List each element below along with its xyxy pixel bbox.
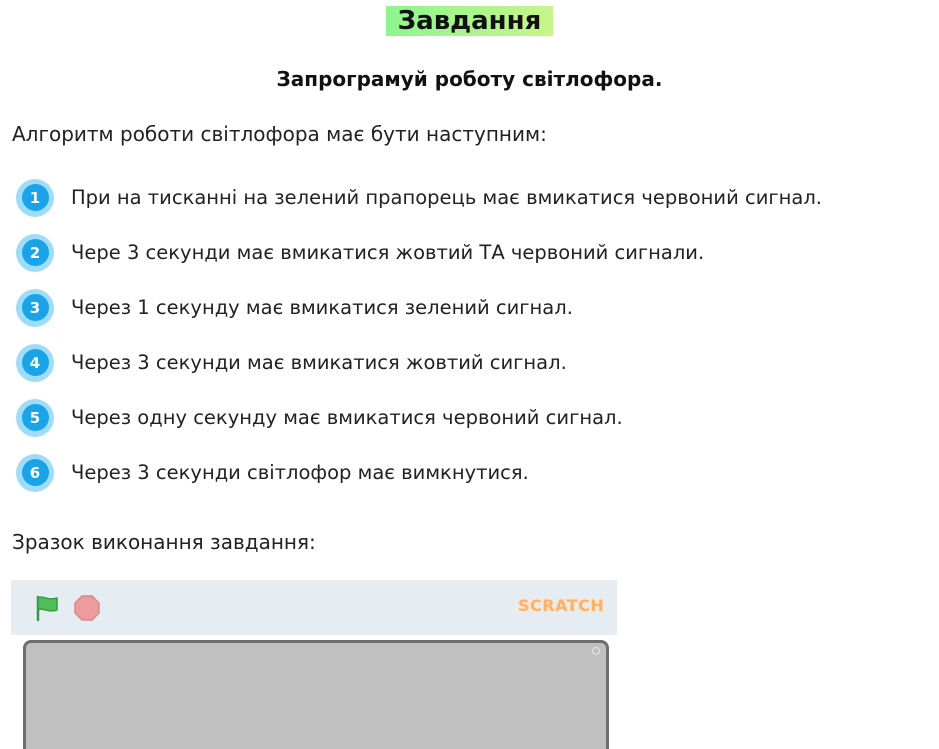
title-wrap: Завдання — [0, 6, 939, 36]
step-number-badge: 2 — [16, 233, 54, 272]
step-number-badge: 1 — [16, 178, 54, 217]
step-number-badge: 5 — [16, 398, 54, 437]
step-item: 4 Через 3 секунди має вмикатися жовтий с… — [16, 335, 822, 390]
step-item: 1 При на тисканні на зелений прапорець м… — [16, 170, 822, 225]
green-flag-icon[interactable] — [33, 594, 61, 622]
step-text: Через одну секунду має вмикатися червони… — [71, 406, 623, 429]
step-text: Через 3 секунди світлофор має вимкнутися… — [71, 461, 529, 484]
step-number: 4 — [21, 349, 49, 376]
step-text: Через 3 секунди має вмикатися жовтий сиг… — [71, 351, 567, 374]
stage-corner-icon — [591, 646, 601, 656]
step-number: 1 — [21, 184, 49, 211]
steps-list: 1 При на тисканні на зелений прапорець м… — [16, 170, 822, 500]
page-title: Завдання — [385, 6, 554, 36]
scratch-logo[interactable]: SCRATCH — [518, 596, 604, 615]
step-item: 6 Через 3 секунди світлофор має вимкнути… — [16, 445, 822, 500]
step-text: Через 1 секунду має вмикатися зелений си… — [71, 296, 573, 319]
step-number: 2 — [21, 239, 49, 266]
task-subtitle: Запрограмуй роботу світлофора. — [276, 67, 663, 91]
player-controls-bar: SCRATCH — [11, 580, 617, 635]
step-number-badge: 6 — [16, 453, 54, 492]
page: Завдання Запрограмуй роботу світлофора. … — [0, 0, 939, 749]
step-number: 3 — [21, 294, 49, 321]
intro-text: Алгоритм роботи світлофора має бути наст… — [12, 122, 547, 146]
sample-label: Зразок виконання завдання: — [12, 530, 316, 554]
step-text: При на тисканні на зелений прапорець має… — [71, 186, 822, 209]
stop-sign-icon[interactable] — [73, 594, 101, 622]
step-item: 3 Через 1 секунду має вмикатися зелений … — [16, 280, 822, 335]
step-item: 2 Чере 3 секунди має вмикатися жовтий ТА… — [16, 225, 822, 280]
stage-area[interactable] — [23, 640, 609, 749]
step-number-badge: 4 — [16, 343, 54, 382]
step-number: 6 — [21, 459, 49, 486]
step-text: Чере 3 секунди має вмикатися жовтий ТА ч… — [71, 241, 705, 264]
step-number: 5 — [21, 404, 49, 431]
scratch-player: SCRATCH — [11, 580, 617, 749]
step-number-badge: 3 — [16, 288, 54, 327]
step-item: 5 Через одну секунду має вмикатися черво… — [16, 390, 822, 445]
